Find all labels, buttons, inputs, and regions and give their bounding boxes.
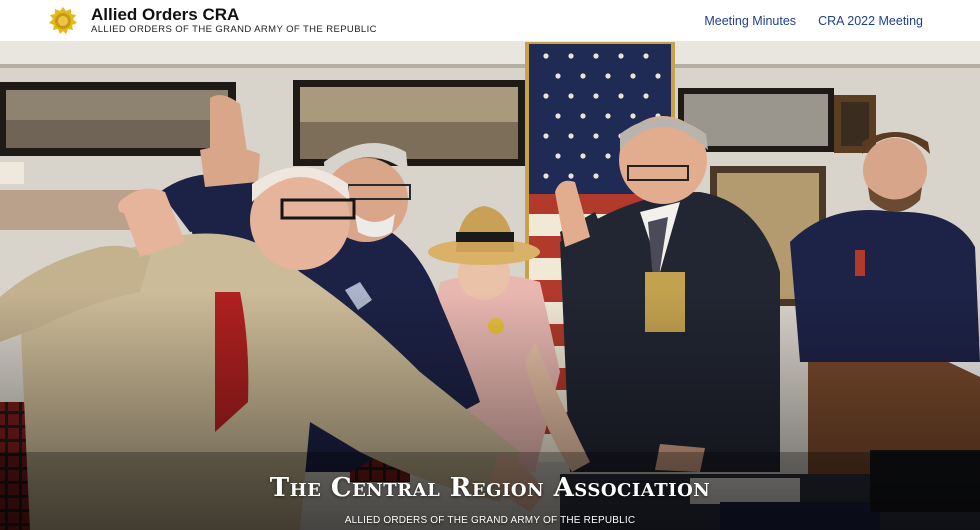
gold-seal-icon [49,6,77,34]
hero-photo [0,42,980,530]
home-logo-link[interactable]: Allied Orders CRA ALLIED ORDERS OF THE G… [48,6,377,36]
hero-title: The Central Region Association [269,473,711,503]
brand-title: Allied Orders CRA [91,5,240,24]
nav-link-cra-2022-meeting[interactable]: CRA 2022 Meeting [818,14,923,28]
hero-subtitle: ALLIED ORDERS OF THE GRAND ARMY OF THE R… [344,515,636,526]
main-nav: Meeting Minutes CRA 2022 Meeting [704,14,923,28]
framed-photo-left [0,82,236,156]
site-header: Allied Orders CRA ALLIED ORDERS OF THE G… [0,0,980,42]
framed-photo-center [293,80,525,166]
nav-link-meeting-minutes[interactable]: Meeting Minutes [704,14,796,28]
brand: Allied Orders CRA ALLIED ORDERS OF THE G… [91,6,377,35]
brand-tagline: ALLIED ORDERS OF THE GRAND ARMY OF THE R… [91,24,377,35]
hero-banner: The Central Region Association ALLIED OR… [0,42,980,530]
